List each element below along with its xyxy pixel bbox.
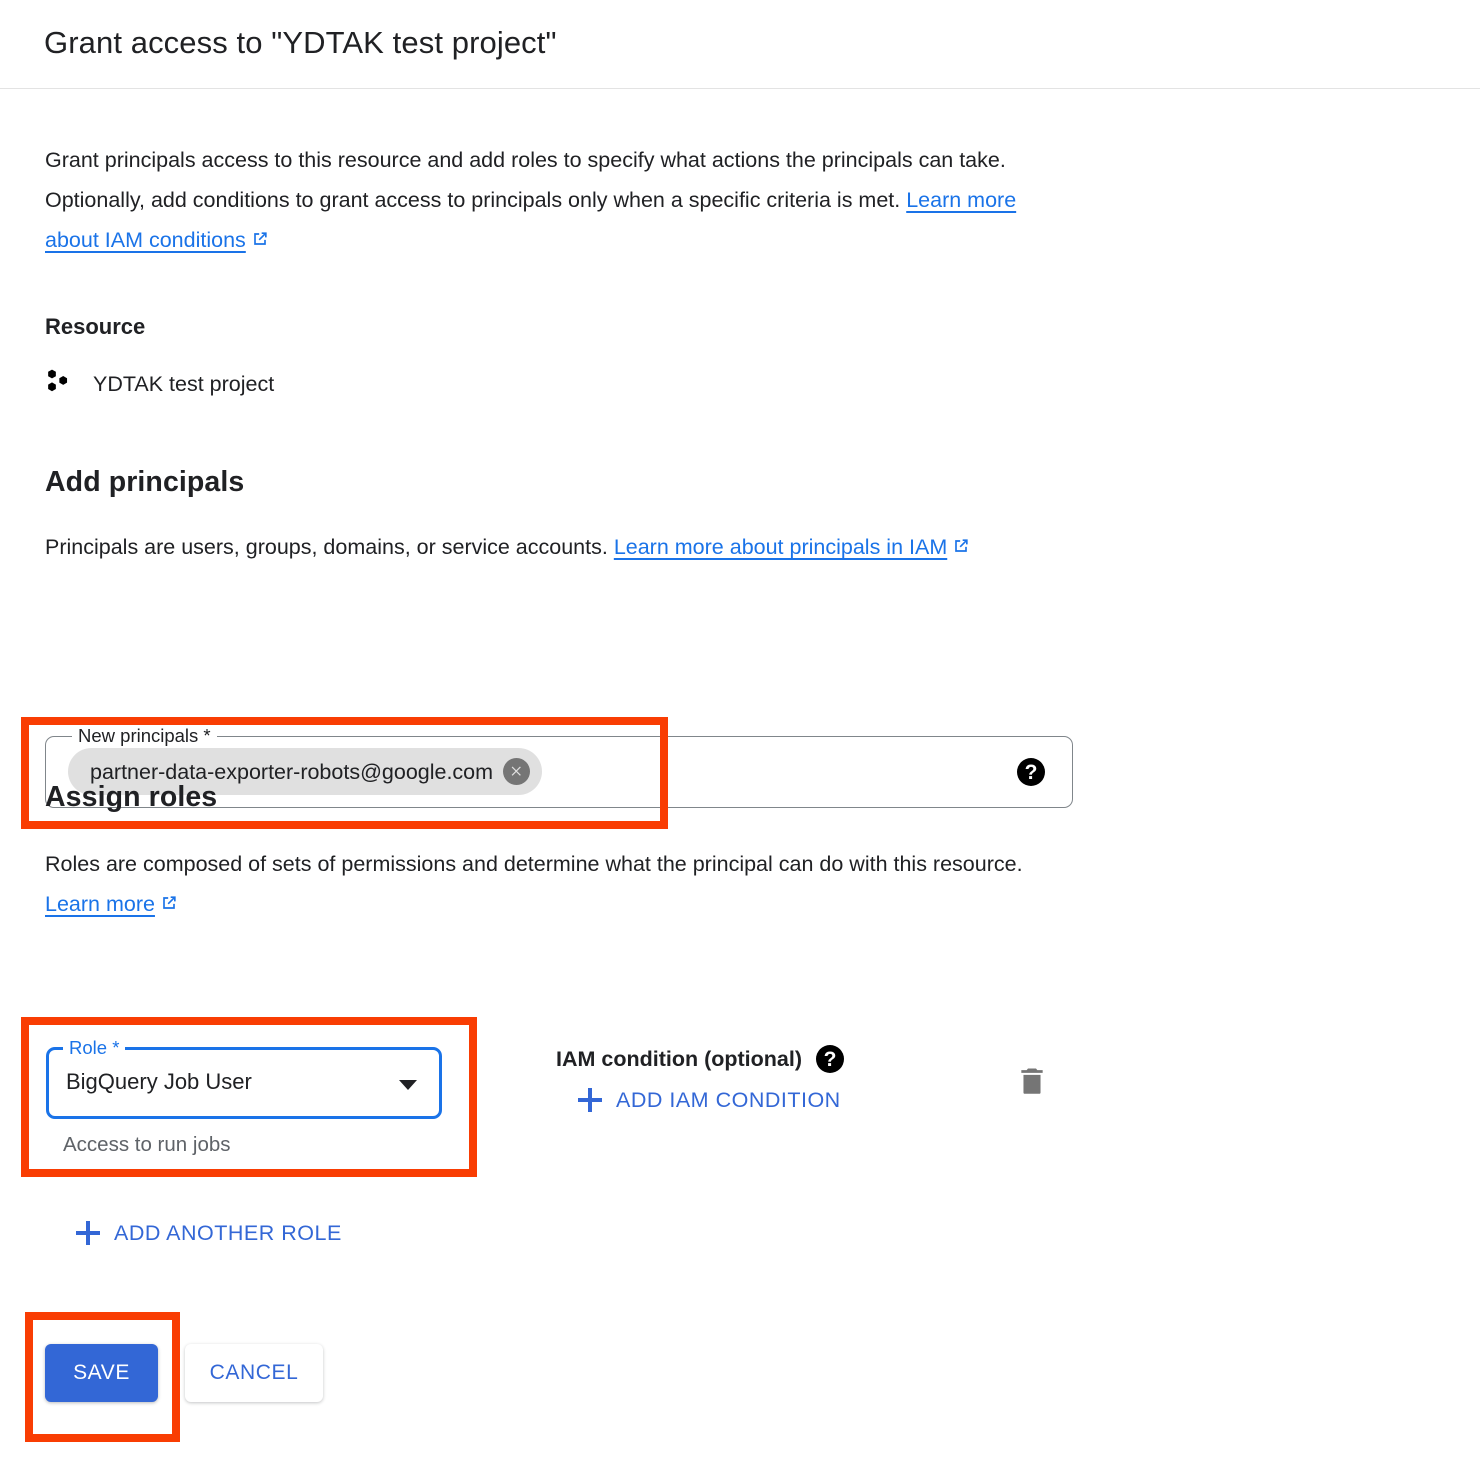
project-icon [45, 367, 73, 400]
add-principals-description-text: Principals are users, groups, domains, o… [45, 535, 614, 559]
help-icon[interactable]: ? [816, 1045, 845, 1073]
new-principals-label: New principals * [72, 725, 217, 747]
assign-roles-heading: Assign roles [45, 781, 218, 813]
intro-text: Grant principals access to this resource… [45, 148, 1006, 212]
dialog-header: Grant access to "YDTAK test project" [0, 0, 1480, 89]
learn-more-roles-link[interactable]: Learn more [45, 892, 155, 916]
add-principals-heading: Add principals [45, 466, 245, 498]
save-button[interactable]: SAVE [45, 1344, 158, 1402]
resource-name: YDTAK test project [93, 371, 275, 396]
add-another-role-label: ADD ANOTHER ROLE [114, 1221, 342, 1245]
role-select-value: BigQuery Job User [66, 1069, 252, 1094]
role-select[interactable]: Role * BigQuery Job User [46, 1037, 442, 1119]
add-iam-condition-label: ADD IAM CONDITION [616, 1088, 841, 1112]
add-another-role-button[interactable]: ADD ANOTHER ROLE [76, 1220, 342, 1246]
add-principals-description: Principals are users, groups, domains, o… [45, 527, 1065, 569]
plus-icon [578, 1088, 602, 1112]
help-icon[interactable]: ? [1017, 758, 1045, 786]
learn-more-principals-link[interactable]: Learn more about principals in IAM [614, 535, 947, 559]
role-select-label: Role * [63, 1037, 126, 1059]
plus-icon [76, 1221, 100, 1245]
external-link-icon [250, 222, 270, 262]
save-button-label: SAVE [73, 1361, 130, 1384]
learn-more-principals-label: Learn more about principals in IAM [613, 535, 948, 559]
iam-condition-label-row: IAM condition (optional) ? [556, 1045, 845, 1073]
cancel-button[interactable]: CANCEL [185, 1344, 323, 1402]
assign-roles-description: Roles are composed of sets of permission… [45, 844, 1065, 926]
resource-row: YDTAK test project [45, 367, 274, 400]
add-iam-condition-button[interactable]: ADD IAM CONDITION [578, 1087, 841, 1113]
chevron-down-icon[interactable] [399, 1080, 417, 1090]
iam-condition-label: IAM condition (optional) [556, 1047, 803, 1071]
external-link-icon [951, 529, 971, 569]
learn-more-roles-label: Learn more [45, 892, 155, 916]
chip-close-icon[interactable] [503, 758, 531, 785]
cancel-button-label: CANCEL [209, 1361, 299, 1384]
trash-icon[interactable] [1016, 1064, 1048, 1098]
role-hint: Access to run jobs [63, 1133, 231, 1156]
assign-roles-description-text: Roles are composed of sets of permission… [45, 852, 1023, 876]
resource-heading: Resource [45, 314, 146, 339]
external-link-icon [159, 886, 179, 926]
page-title: Grant access to "YDTAK test project" [44, 25, 557, 60]
intro-paragraph: Grant principals access to this resource… [45, 140, 1065, 262]
